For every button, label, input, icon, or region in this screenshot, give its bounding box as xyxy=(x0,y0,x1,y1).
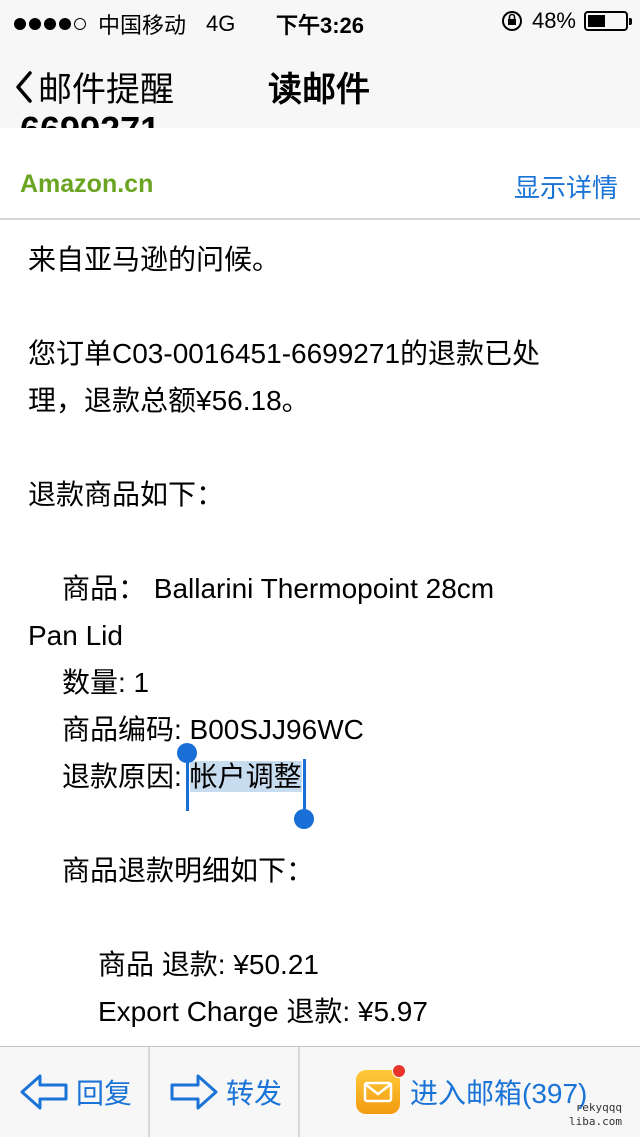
greeting: 来自亚马逊的问候。 xyxy=(28,244,281,275)
page-title: 读邮件 xyxy=(268,71,370,109)
toolbar-divider xyxy=(298,1047,300,1137)
selection-start-handle[interactable] xyxy=(176,743,197,811)
battery-icon xyxy=(584,11,632,31)
status-right: 48% xyxy=(500,8,632,34)
show-details-link[interactable]: 显示详情 xyxy=(514,168,618,205)
rotation-lock-icon xyxy=(501,11,522,31)
refund-line-2: 理，退款总额¥56.18。 xyxy=(28,385,310,416)
item-label: 商品： xyxy=(62,573,147,604)
mail-app-icon xyxy=(356,1064,406,1114)
selection-end-handle[interactable] xyxy=(293,759,314,829)
export-refund: Export Charge 退款: ¥5.97 xyxy=(98,996,428,1027)
toolbar-divider xyxy=(148,1047,150,1137)
forward-arrow-icon xyxy=(170,1074,218,1110)
item-name-line-1: 商品： Ballarini Thermopoint 28cm xyxy=(28,565,628,612)
subject-cutoff: 6699271 xyxy=(20,109,161,130)
reason-label: 退款原因: xyxy=(62,761,190,792)
battery-percent: 48% xyxy=(531,8,576,33)
bottom-toolbar: 回复 转发 进入邮箱(397) rekyqqq liba.com xyxy=(0,1046,640,1137)
forward-label: 转发 xyxy=(226,1078,283,1109)
watermark: rekyqqq liba.com xyxy=(569,1101,622,1129)
back-button[interactable]: 邮件提醒 xyxy=(14,62,174,111)
inbox-button[interactable]: 进入邮箱(397) xyxy=(356,1047,587,1137)
message-body: 来自亚马逊的问候。 您订单C03-0016451-6699271的退款已处 理，… xyxy=(28,236,628,1035)
item-code: 商品编码: B00SJJ96WC xyxy=(62,714,364,745)
reply-arrow-icon xyxy=(20,1074,68,1110)
text-selection[interactable]: 帐户调整 xyxy=(176,743,314,829)
refund-line-1: 您订单C03-0016451-6699271的退款已处 xyxy=(28,338,541,369)
item-name: Ballarini Thermopoint 28cm xyxy=(153,573,495,604)
status-bar: 中国移动 4G 下午3:26 48% xyxy=(0,0,640,40)
reason-value: 帐户调整 xyxy=(189,761,302,792)
back-label: 邮件提醒 xyxy=(38,71,174,109)
forward-button[interactable]: 转发 xyxy=(168,1047,282,1137)
item-refund: 商品 退款: ¥50.21 xyxy=(98,949,319,980)
notification-dot xyxy=(392,1064,406,1078)
quantity: 数量: 1 xyxy=(62,667,150,698)
watermark-line-1: rekyqqq xyxy=(575,1101,622,1114)
reply-button[interactable]: 回复 xyxy=(18,1047,132,1137)
detail-intro: 商品退款明细如下： xyxy=(62,855,315,886)
item-name-line-2: Pan Lid xyxy=(28,620,123,651)
sender-row: Amazon.cn 显示详情 xyxy=(0,128,640,220)
inbox-label: 进入邮箱(397) xyxy=(410,1078,588,1109)
reply-label: 回复 xyxy=(76,1078,133,1109)
refund-reason: 退款原因: 帐户调整 xyxy=(28,743,628,829)
chevron-left-icon xyxy=(16,70,32,103)
sender-name: Amazon.cn xyxy=(20,170,154,198)
watermark-line-2: liba.com xyxy=(569,1115,622,1128)
items-intro: 退款商品如下： xyxy=(28,479,225,510)
